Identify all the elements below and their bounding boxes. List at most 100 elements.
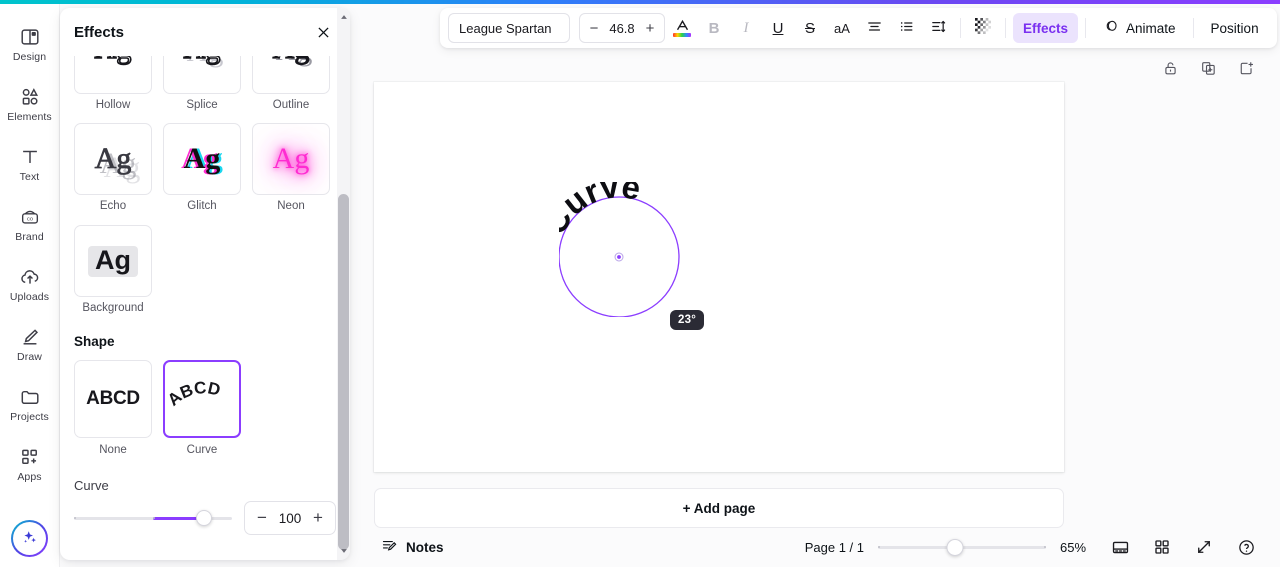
effect-label: Background	[82, 302, 144, 314]
strikethrough-button[interactable]: S	[795, 13, 825, 43]
sidebar-label: Projects	[10, 410, 49, 423]
italic-button[interactable]: I	[731, 13, 761, 43]
grid-view-icon[interactable]	[1148, 533, 1176, 561]
shape-preview-tile-selected[interactable]: ABCD	[163, 360, 241, 438]
bullet-list-icon	[898, 18, 915, 39]
unlock-icon[interactable]	[1156, 54, 1184, 82]
curve-decrease-button[interactable]: −	[251, 505, 273, 531]
effect-preview-tile[interactable]: Ag	[252, 56, 330, 94]
notes-label: Notes	[406, 539, 444, 555]
magic-sparkle-icon	[20, 527, 39, 551]
sidebar-item-apps[interactable]: Apps	[2, 434, 58, 494]
fullscreen-icon[interactable]	[1190, 533, 1218, 561]
curve-center-dot	[617, 255, 621, 259]
sidebar-item-projects[interactable]: Projects	[2, 374, 58, 434]
bottom-right-controls: Page 1 / 1 65%	[805, 533, 1260, 561]
effect-sample-box: Ag	[88, 245, 138, 277]
slider-handle[interactable]	[195, 510, 212, 526]
curve-value[interactable]: 100	[275, 511, 305, 526]
apps-icon	[19, 446, 41, 468]
font-size-decrease-button[interactable]: −	[584, 16, 604, 40]
close-icon[interactable]	[310, 19, 336, 45]
transparency-button[interactable]	[968, 13, 998, 43]
text-toolbar: League Spartan − 46.8 + B I U S aA Effec…	[440, 8, 1277, 48]
font-family-select[interactable]: League Spartan	[448, 13, 570, 43]
sidebar-label: Uploads	[9, 290, 50, 303]
toolbar-divider	[960, 18, 961, 38]
effect-preview-tile[interactable]: Ag	[163, 123, 241, 195]
effect-option-neon[interactable]: Ag Neon	[252, 123, 330, 212]
animate-icon	[1103, 18, 1120, 38]
shape-sample-text: ABCD	[86, 388, 140, 409]
slider-tick-min	[74, 517, 76, 519]
text-icon	[19, 146, 41, 168]
font-size-value[interactable]: 46.8	[604, 21, 640, 36]
panel-scrollbar[interactable]	[337, 8, 350, 560]
panel-title: Effects	[74, 23, 125, 41]
notes-button[interactable]: Notes	[374, 532, 451, 562]
spacing-button[interactable]	[923, 13, 953, 43]
effect-label: Hollow	[95, 99, 131, 111]
presenter-view-icon[interactable]	[1106, 533, 1134, 561]
bold-button[interactable]: B	[699, 13, 729, 43]
magic-studio-button[interactable]	[11, 520, 48, 557]
notes-icon	[381, 537, 398, 557]
toolbar-divider	[1085, 18, 1087, 38]
zoom-slider[interactable]	[878, 537, 1046, 557]
effect-sample-text: Ag	[183, 56, 221, 64]
shape-option-curve[interactable]: ABCD Curve	[163, 360, 241, 456]
tab-effects[interactable]: Effects	[1013, 13, 1079, 43]
curved-text-object[interactable]: Curve	[535, 167, 694, 318]
effect-label: Neon	[277, 200, 305, 212]
letter-case-button[interactable]: aA	[827, 13, 857, 43]
sidebar-item-text[interactable]: Text	[2, 134, 58, 194]
animate-label: Animate	[1126, 20, 1176, 36]
sidebar-item-brand[interactable]: co Brand	[2, 194, 58, 254]
effect-preview-tile[interactable]: Ag	[74, 225, 152, 297]
list-button[interactable]	[891, 13, 921, 43]
effect-label: Echo	[99, 200, 127, 212]
effect-preview-tile[interactable]: Ag	[74, 123, 152, 195]
effect-option-background[interactable]: Ag Background	[74, 225, 152, 314]
text-color-button[interactable]	[667, 13, 697, 43]
transparency-icon	[975, 18, 991, 38]
add-page-button[interactable]: + Add page	[374, 488, 1064, 528]
effect-option-hollow[interactable]: Ag Hollow	[74, 56, 152, 111]
align-button[interactable]	[859, 13, 889, 43]
effect-preview-tile[interactable]: Ag	[74, 56, 152, 94]
effect-option-outline[interactable]: Ag Outline	[252, 56, 330, 111]
add-page-icon[interactable]	[1232, 54, 1260, 82]
sidebar-item-elements[interactable]: Elements	[2, 74, 58, 134]
effect-preview-tile[interactable]: Ag	[163, 56, 241, 94]
font-size-increase-button[interactable]: +	[640, 16, 660, 40]
shape-preview-tile[interactable]: ABCD	[74, 360, 152, 438]
sidebar-item-draw[interactable]: Draw	[2, 314, 58, 374]
effect-option-splice[interactable]: Ag Splice	[163, 56, 241, 111]
curve-slider[interactable]	[74, 507, 232, 529]
effect-label: Glitch	[187, 200, 217, 212]
projects-icon	[19, 386, 41, 408]
effect-preview-tile[interactable]: Ag	[252, 123, 330, 195]
shape-option-none[interactable]: ABCD None	[74, 360, 152, 456]
sidebar-label: Elements	[7, 110, 52, 123]
underline-button[interactable]: U	[763, 13, 793, 43]
effect-option-glitch[interactable]: Ag Glitch	[163, 123, 241, 212]
design-canvas-page[interactable]: Curve 23°	[374, 82, 1064, 472]
scroll-up-icon[interactable]	[337, 10, 350, 24]
zoom-handle[interactable]	[946, 538, 964, 556]
sidebar-label: Brand	[15, 230, 44, 243]
scrollbar-thumb[interactable]	[338, 194, 349, 550]
effects-panel: Effects Ag Hollow Ag Sp	[60, 8, 350, 560]
tab-animate[interactable]: Animate	[1093, 13, 1186, 43]
tab-position[interactable]: Position	[1201, 13, 1269, 43]
sidebar-item-design[interactable]: Design	[2, 14, 58, 74]
shape-section-title: Shape	[74, 334, 115, 349]
align-center-icon	[866, 18, 883, 39]
zoom-tick-max	[1044, 546, 1046, 548]
sidebar-item-uploads[interactable]: Uploads	[2, 254, 58, 314]
curve-increase-button[interactable]: +	[307, 505, 329, 531]
help-icon[interactable]	[1232, 533, 1260, 561]
scroll-down-icon[interactable]	[337, 544, 350, 558]
duplicate-page-icon[interactable]	[1194, 54, 1222, 82]
effect-option-echo[interactable]: Ag Echo	[74, 123, 152, 212]
